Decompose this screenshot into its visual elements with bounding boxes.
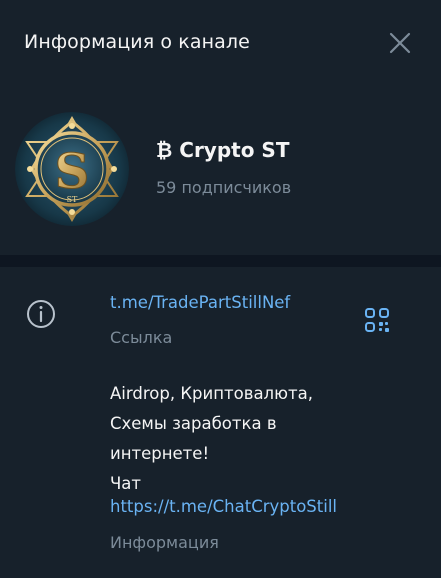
svg-text:S: S bbox=[55, 144, 90, 200]
description-line: Чат bbox=[110, 474, 142, 493]
subscriber-count: 59 подписчиков bbox=[156, 178, 292, 197]
section-divider bbox=[0, 255, 441, 267]
link-label: Ссылка bbox=[110, 328, 173, 347]
description-line: Airdrop, Криптовалюта, bbox=[110, 384, 313, 403]
qr-code-icon bbox=[365, 308, 389, 332]
info-icon bbox=[25, 298, 57, 330]
channel-link[interactable]: t.me/TradePartStillNef bbox=[110, 293, 290, 312]
qr-code-button[interactable] bbox=[364, 307, 390, 333]
description-line: интернете! bbox=[110, 444, 210, 463]
close-button[interactable] bbox=[386, 29, 414, 57]
channel-avatar[interactable]: S ST bbox=[15, 112, 129, 226]
close-icon bbox=[389, 32, 411, 54]
svg-text:ST: ST bbox=[67, 195, 78, 204]
channel-profile: S ST ₿ Crypto ST 59 подписчиков bbox=[0, 100, 441, 255]
channel-name: ₿ Crypto ST bbox=[156, 138, 290, 162]
panel-header: Информация о канале bbox=[0, 0, 441, 90]
channel-info-panel: Информация о канале S ST ₿ Crypto ST 59 … bbox=[0, 0, 441, 578]
description-label: Информация bbox=[110, 533, 219, 552]
channel-info-section: t.me/TradePartStillNef Ссылка Airdrop, К… bbox=[0, 267, 441, 578]
chat-link[interactable]: https://t.me/ChatCryptoStill bbox=[110, 497, 337, 516]
panel-title: Информация о канале bbox=[24, 31, 250, 53]
channel-description: Airdrop, Криптовалюта, Схемы заработка в… bbox=[110, 379, 313, 499]
description-line: Схемы заработка в bbox=[110, 414, 277, 433]
